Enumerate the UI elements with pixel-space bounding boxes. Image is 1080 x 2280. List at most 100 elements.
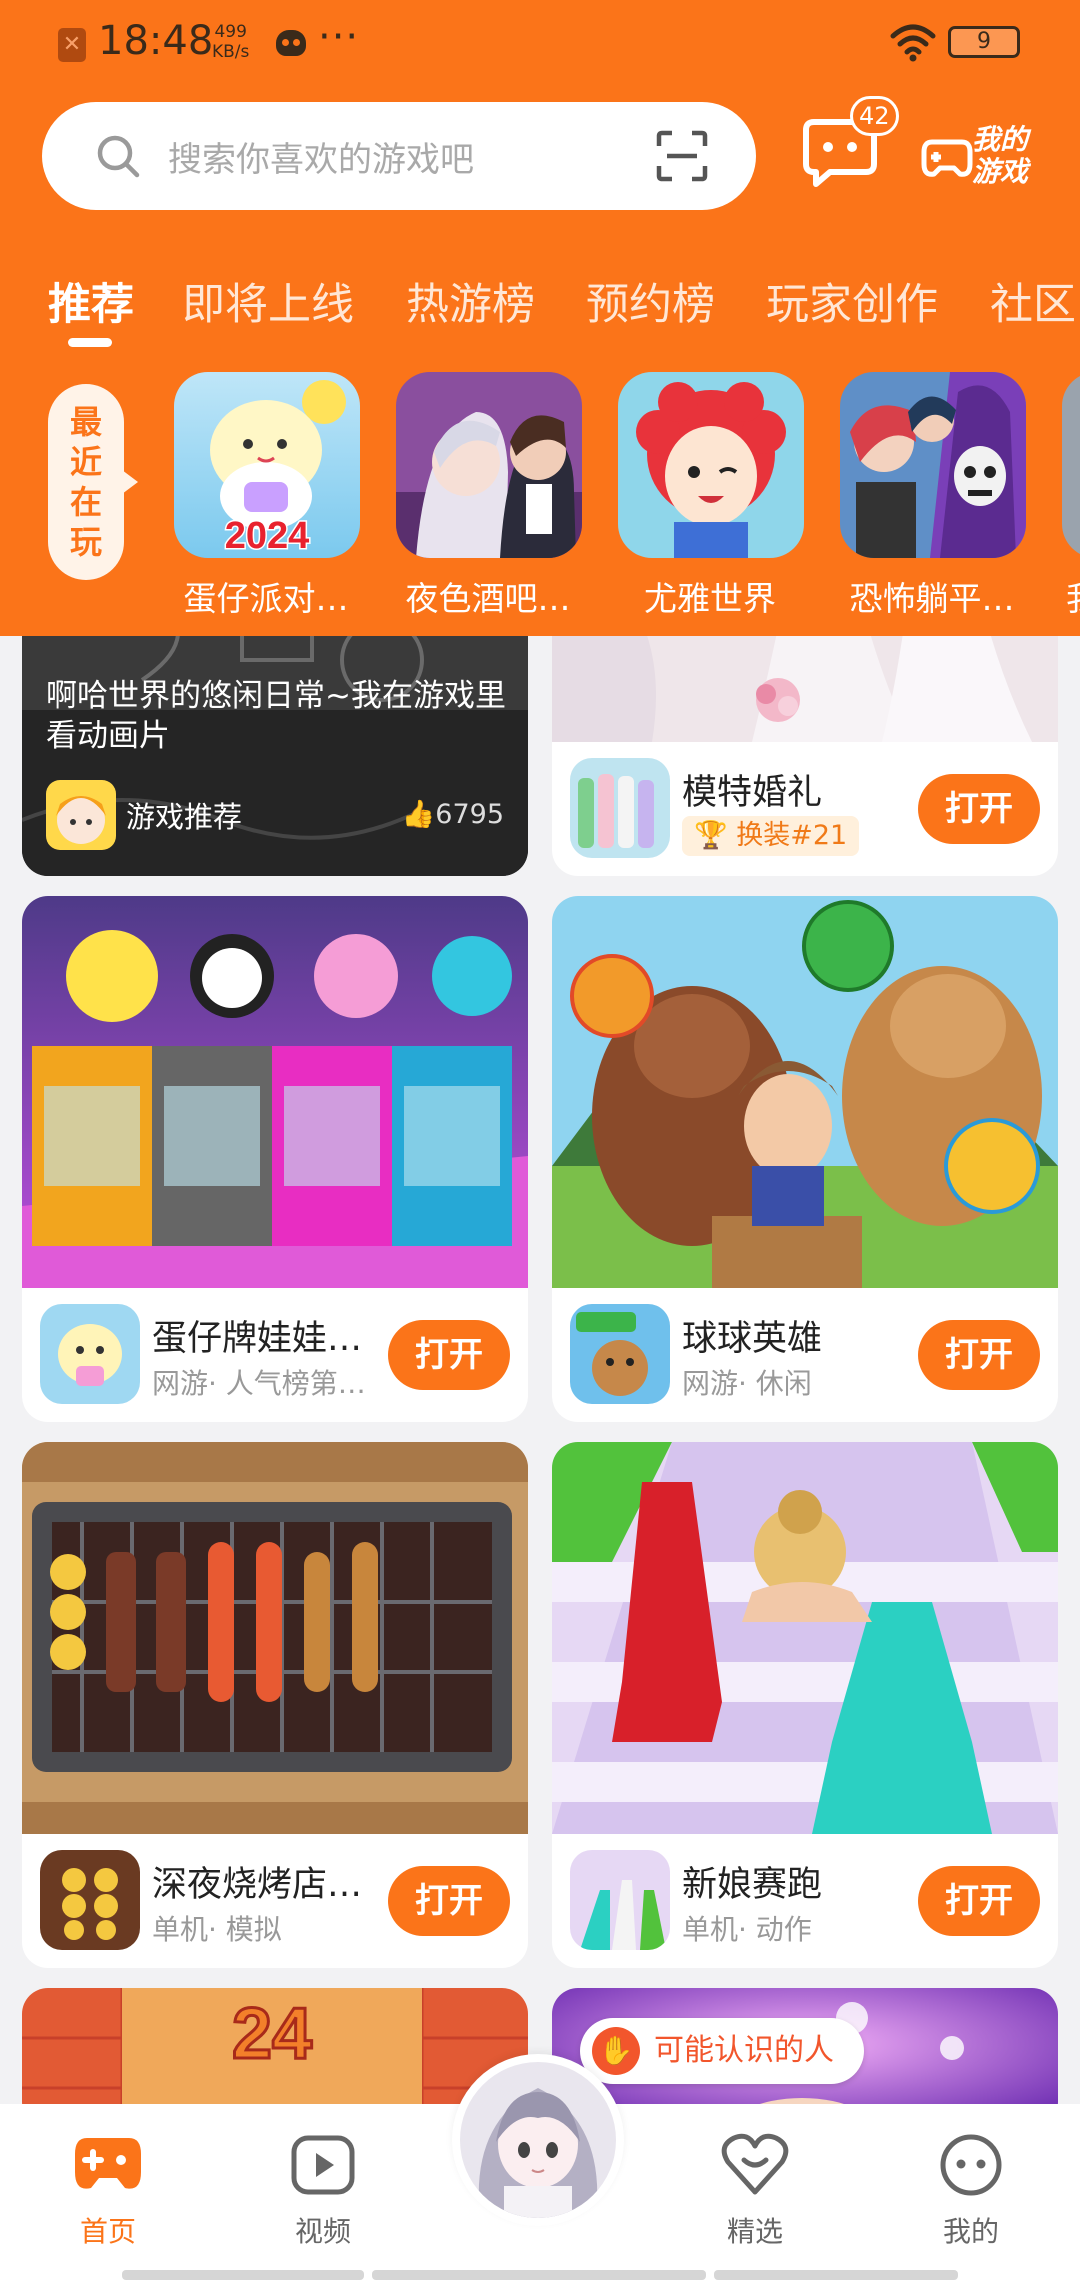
game-name: 球球英雄	[682, 1319, 823, 1359]
video-play-icon	[291, 2135, 355, 2195]
scan-icon[interactable]	[656, 130, 708, 182]
game-card[interactable]: 蛋仔牌娃娃… 网游· 人气榜第… 打开	[22, 896, 528, 1422]
video-title: 啊哈世界的悠闲日常~我在游戏里看动画片	[46, 678, 506, 754]
wave-hand-icon: ✋	[592, 2027, 640, 2075]
ball-heroes-game-art	[552, 896, 1058, 1288]
search-bar[interactable]: 搜索你喜欢的游戏吧	[42, 102, 756, 210]
nav-featured[interactable]: 精选	[700, 2132, 810, 2250]
tab-community[interactable]: 社区	[990, 270, 1076, 332]
game-card[interactable]: 深夜烧烤店… 单机· 模拟 打开	[22, 1442, 528, 1968]
open-button[interactable]: 打开	[388, 1866, 510, 1936]
category-tabs: 推荐 即将上线 热游榜 预约榜 玩家创作 社区	[0, 262, 1080, 352]
nav-me[interactable]: 我的	[916, 2132, 1026, 2250]
recent-game-item[interactable]: 2024 蛋仔派对…	[174, 372, 360, 620]
heart-chat-icon	[721, 2133, 789, 2195]
recent-game-badge: 2024	[225, 515, 310, 557]
active-tab-indicator	[68, 338, 112, 347]
bbq-game-art	[22, 1442, 528, 1834]
open-button[interactable]: 打开	[918, 774, 1040, 844]
game-info: 蛋仔牌娃娃… 网游· 人气榜第… 打开	[22, 1288, 528, 1422]
game-icon	[40, 1304, 140, 1404]
app-notification-icon: ✕	[58, 28, 86, 62]
game-meta: 网游· 休闲	[682, 1367, 812, 1400]
egg-claw-game-art	[22, 896, 528, 1288]
tab-reservation-chart[interactable]: 预约榜	[586, 270, 715, 332]
recent-game-item[interactable]: 尤雅世界	[618, 372, 804, 620]
recently-played-label: 最近在玩	[48, 384, 138, 580]
recent-game-thumbnail	[1062, 372, 1080, 558]
center-avatar-button[interactable]	[452, 2054, 624, 2226]
open-button[interactable]: 打开	[918, 1320, 1040, 1390]
game-card[interactable]: 新娘赛跑 单机· 动作 打开	[552, 1442, 1058, 1968]
recently-played-text: 最近在玩	[69, 403, 102, 561]
game-name: 蛋仔牌娃娃…	[152, 1319, 363, 1359]
gamepad-icon	[921, 139, 973, 177]
trophy-icon: 🏆	[694, 820, 728, 851]
tab-recommend[interactable]: 推荐	[48, 270, 134, 332]
night-bar-art	[396, 372, 582, 558]
avatar	[460, 2062, 616, 2218]
open-button[interactable]: 打开	[918, 1866, 1040, 1936]
tab-coming-soon[interactable]: 即将上线	[182, 270, 354, 332]
net-speed-value: 499	[214, 22, 247, 42]
author-avatar-art	[46, 780, 116, 850]
home-indicator-segment	[714, 2270, 958, 2280]
horror-game-art	[840, 372, 1026, 558]
message-badge: 42	[850, 96, 899, 136]
nav-label: 视频	[294, 2215, 351, 2248]
nav-label: 首页	[79, 2215, 136, 2248]
anime-avatar-art	[460, 2062, 616, 2218]
recent-game-thumbnail: 2024	[174, 372, 360, 558]
rank-badge-text: 换装#21	[736, 820, 848, 851]
more-notifications-icon: ···	[318, 14, 360, 60]
nav-label: 我的	[942, 2215, 999, 2248]
wifi-icon	[890, 24, 936, 62]
recent-game-thumbnail	[396, 372, 582, 558]
recent-game-item[interactable]: 我	[1062, 372, 1080, 620]
game-info: 模特婚礼 🏆 换装#21 打开	[552, 742, 1058, 876]
friend-tip-text: 可能认识的人	[654, 2033, 834, 2068]
tab-player-creations[interactable]: 玩家创作	[766, 270, 938, 332]
home-indicator-segment	[372, 2270, 706, 2280]
people-you-may-know-tip[interactable]: ✋ 可能认识的人	[580, 2018, 864, 2084]
battery-indicator: 9	[948, 26, 1020, 58]
my-games-button[interactable]: 我的游戏	[920, 118, 1050, 198]
recent-game-name: 我	[1066, 572, 1080, 620]
recent-game-item[interactable]: 恐怖躺平…	[840, 372, 1026, 620]
home-gamepad-icon	[75, 2138, 141, 2189]
video-likes: 👍6795	[402, 798, 504, 830]
net-speed: 499 KB/s	[212, 22, 249, 62]
status-bar: ✕ 18:48 499 KB/s ··· 9	[0, 0, 1080, 86]
game-name: 模特婚礼	[682, 773, 823, 813]
bride-run-game-art	[552, 1442, 1058, 1834]
thumbs-up-icon: 👍	[401, 799, 436, 830]
home-indicator-segment	[122, 2270, 364, 2280]
game-card[interactable]: 球球英雄 网游· 休闲 打开	[552, 896, 1058, 1422]
egg-party-art: 2024	[174, 372, 360, 558]
video-author-avatar	[46, 780, 116, 850]
profile-face-icon	[940, 2134, 1002, 2196]
cat-notification-icon	[276, 30, 306, 56]
game-name: 新娘赛跑	[682, 1865, 823, 1905]
tab-hot-chart[interactable]: 热游榜	[406, 270, 535, 332]
game-meta: 网游· 人气榜第…	[152, 1367, 366, 1400]
game-icon	[570, 1850, 670, 1950]
egg-claw-icon-art	[40, 1304, 140, 1404]
recent-game-item[interactable]: 夜色酒吧…	[396, 372, 582, 620]
game-icon	[570, 1304, 670, 1404]
status-time: 18:48	[98, 18, 214, 64]
video-likes-count: 6795	[435, 799, 504, 830]
nav-video[interactable]: 视频	[268, 2132, 378, 2250]
game-meta: 单机· 模拟	[152, 1913, 282, 1946]
nav-home[interactable]: 首页	[53, 2132, 163, 2250]
recent-game-thumbnail	[618, 372, 804, 558]
open-button[interactable]: 打开	[388, 1320, 510, 1390]
game-name: 深夜烧烤店…	[152, 1865, 363, 1905]
top-header: ✕ 18:48 499 KB/s ··· 9 搜索你喜欢的游戏吧 42 我的游戏…	[0, 0, 1080, 636]
search-icon	[97, 135, 140, 178]
bride-run-icon-art	[570, 1850, 670, 1950]
search-placeholder[interactable]: 搜索你喜欢的游戏吧	[168, 132, 474, 181]
recent-game-name: 恐怖躺平…	[849, 579, 1015, 618]
puzzle-number: 24	[232, 1994, 312, 2074]
recent-game-name: 尤雅世界	[644, 579, 776, 618]
